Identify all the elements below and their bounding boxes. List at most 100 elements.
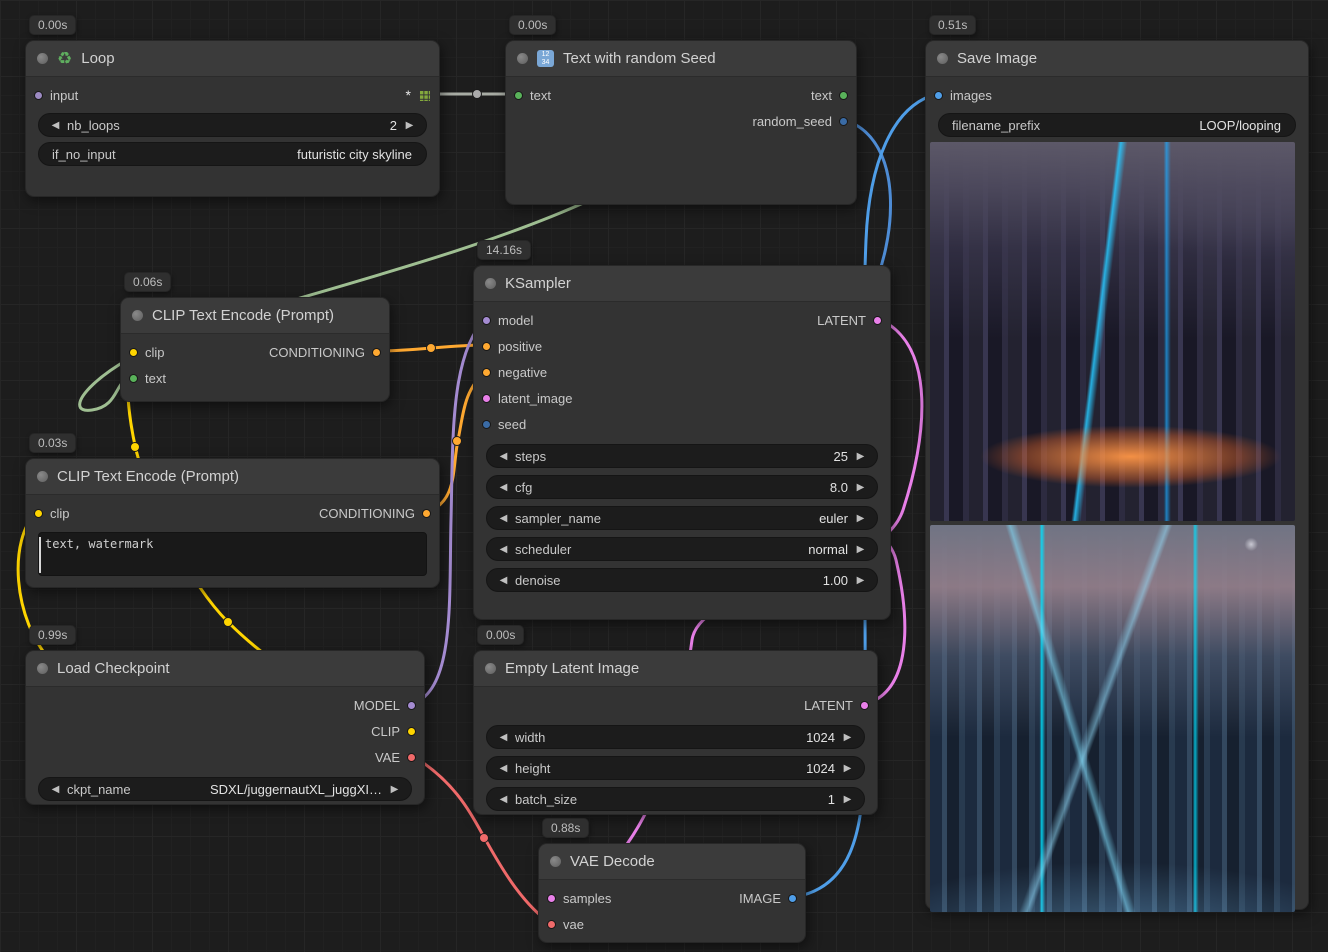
input-slot-label: input: [50, 88, 78, 103]
increment-arrow-icon[interactable]: ▶: [853, 482, 868, 493]
input-slot[interactable]: [34, 91, 43, 100]
node-clip-text-encode-positive[interactable]: 0.06s CLIP Text Encode (Prompt) clip CON…: [120, 297, 390, 402]
collapse-dot[interactable]: [37, 53, 48, 64]
node-loop[interactable]: 0.00s ♻ Loop input * ◀ nb_loops 2 ▶ if_n…: [25, 40, 440, 197]
random-seed-output-slot[interactable]: [839, 117, 848, 126]
vae-input-slot[interactable]: [547, 920, 556, 929]
seed-input-slot[interactable]: [482, 420, 491, 429]
increment-arrow-icon[interactable]: ▶: [840, 794, 855, 805]
increment-arrow-icon[interactable]: ▶: [387, 784, 402, 795]
generated-image-2: [930, 525, 1295, 912]
text-output-slot[interactable]: [839, 91, 848, 100]
increment-arrow-icon[interactable]: ▶: [840, 732, 855, 743]
conditioning-output-slot[interactable]: [422, 509, 431, 518]
images-input-slot[interactable]: [934, 91, 943, 100]
cfg-widget[interactable]: ◀ cfg 8.0 ▶: [486, 475, 878, 499]
increment-arrow-icon[interactable]: ▶: [853, 451, 868, 462]
collapse-dot[interactable]: [37, 663, 48, 674]
link-dot: [480, 834, 489, 843]
decrement-arrow-icon[interactable]: ◀: [496, 513, 511, 524]
decrement-arrow-icon[interactable]: ◀: [496, 482, 511, 493]
decrement-arrow-icon[interactable]: ◀: [48, 784, 63, 795]
output-slot-label: LATENT: [804, 698, 853, 713]
node-title: Save Image: [957, 50, 1037, 67]
input-slot-label: images: [950, 88, 992, 103]
widget-value: normal: [808, 542, 848, 557]
decrement-arrow-icon[interactable]: ◀: [48, 120, 63, 131]
nb-loops-widget[interactable]: ◀ nb_loops 2 ▶: [38, 113, 427, 137]
negative-input-slot[interactable]: [482, 368, 491, 377]
widget-label: scheduler: [515, 542, 571, 557]
denoise-widget[interactable]: ◀ denoise 1.00 ▶: [486, 568, 878, 592]
increment-arrow-icon[interactable]: ▶: [840, 763, 855, 774]
decrement-arrow-icon[interactable]: ◀: [496, 732, 511, 743]
node-header[interactable]: CLIP Text Encode (Prompt): [121, 298, 389, 334]
scheduler-widget[interactable]: ◀ scheduler normal ▶: [486, 537, 878, 561]
image-output-slot[interactable]: [788, 894, 797, 903]
collapse-dot[interactable]: [485, 663, 496, 674]
decrement-arrow-icon[interactable]: ◀: [496, 544, 511, 555]
input-slot-label: vae: [563, 917, 584, 932]
samples-input-slot[interactable]: [547, 894, 556, 903]
text-input-slot[interactable]: [514, 91, 523, 100]
collapse-dot[interactable]: [132, 310, 143, 321]
collapse-dot[interactable]: [37, 471, 48, 482]
decrement-arrow-icon[interactable]: ◀: [496, 451, 511, 462]
node-header[interactable]: Load Checkpoint: [26, 651, 424, 687]
text-input-slot[interactable]: [129, 374, 138, 383]
collapse-dot[interactable]: [517, 53, 528, 64]
if-no-input-widget[interactable]: if_no_input futuristic city skyline: [38, 142, 427, 166]
prompt-text: text, watermark: [45, 537, 153, 551]
node-save-image[interactable]: 0.51s Save Image images filename_prefix …: [925, 40, 1309, 910]
negative-prompt-textarea[interactable]: text, watermark: [38, 532, 427, 576]
decrement-arrow-icon[interactable]: ◀: [496, 794, 511, 805]
batch-size-widget[interactable]: ◀ batch_size 1 ▶: [486, 787, 865, 811]
node-title: KSampler: [505, 275, 571, 292]
decrement-arrow-icon[interactable]: ◀: [496, 575, 511, 586]
node-vae-decode[interactable]: 0.88s VAE Decode samples IMAGE vae: [538, 843, 806, 943]
increment-arrow-icon[interactable]: ▶: [853, 575, 868, 586]
clip-input-slot[interactable]: [129, 348, 138, 357]
increment-arrow-icon[interactable]: ▶: [402, 120, 417, 131]
node-header[interactable]: VAE Decode: [539, 844, 805, 880]
latent-output-slot[interactable]: [860, 701, 869, 710]
collapse-dot[interactable]: [485, 278, 496, 289]
output-slot-label: random_seed: [753, 114, 833, 129]
node-header[interactable]: KSampler: [474, 266, 890, 302]
model-output-slot[interactable]: [407, 701, 416, 710]
node-text-random-seed[interactable]: 0.00s 12 34 Text with random Seed text t…: [505, 40, 857, 205]
node-empty-latent-image[interactable]: 0.00s Empty Latent Image LATENT ◀ width …: [473, 650, 878, 815]
filename-prefix-widget[interactable]: filename_prefix LOOP/looping: [938, 113, 1296, 137]
steps-widget[interactable]: ◀ steps 25 ▶: [486, 444, 878, 468]
clip-output-slot[interactable]: [407, 727, 416, 736]
node-clip-text-encode-negative[interactable]: 0.03s CLIP Text Encode (Prompt) clip CON…: [25, 458, 440, 588]
node-loop-header[interactable]: ♻ Loop: [26, 41, 439, 77]
widget-label: cfg: [515, 480, 532, 495]
collapse-dot[interactable]: [550, 856, 561, 867]
node-header[interactable]: Empty Latent Image: [474, 651, 877, 687]
model-input-slot[interactable]: [482, 316, 491, 325]
vae-output-slot[interactable]: [407, 753, 416, 762]
node-header[interactable]: Save Image: [926, 41, 1308, 77]
latent-output-slot[interactable]: [873, 316, 882, 325]
node-load-checkpoint[interactable]: 0.99s Load Checkpoint MODEL CLIP VAE ◀ c…: [25, 650, 425, 805]
clip-input-slot[interactable]: [34, 509, 43, 518]
latent-image-input-slot[interactable]: [482, 394, 491, 403]
decrement-arrow-icon[interactable]: ◀: [496, 763, 511, 774]
width-widget[interactable]: ◀ width 1024 ▶: [486, 725, 865, 749]
widget-value: futuristic city skyline: [297, 147, 412, 162]
collapse-dot[interactable]: [937, 53, 948, 64]
positive-input-slot[interactable]: [482, 342, 491, 351]
height-widget[interactable]: ◀ height 1024 ▶: [486, 756, 865, 780]
widget-label: batch_size: [515, 792, 577, 807]
node-ksampler[interactable]: 14.16s KSampler model LATENT positive ne: [473, 265, 891, 620]
node-header[interactable]: 12 34 Text with random Seed: [506, 41, 856, 77]
node-header[interactable]: CLIP Text Encode (Prompt): [26, 459, 439, 495]
widget-label: ckpt_name: [67, 782, 131, 797]
increment-arrow-icon[interactable]: ▶: [853, 513, 868, 524]
increment-arrow-icon[interactable]: ▶: [853, 544, 868, 555]
sampler-name-widget[interactable]: ◀ sampler_name euler ▶: [486, 506, 878, 530]
ckpt-name-widget[interactable]: ◀ ckpt_name SDXL/juggernautXL_juggXI… ▶: [38, 777, 412, 801]
conditioning-output-slot[interactable]: [372, 348, 381, 357]
grid-output-slot-icon[interactable]: [418, 89, 431, 102]
